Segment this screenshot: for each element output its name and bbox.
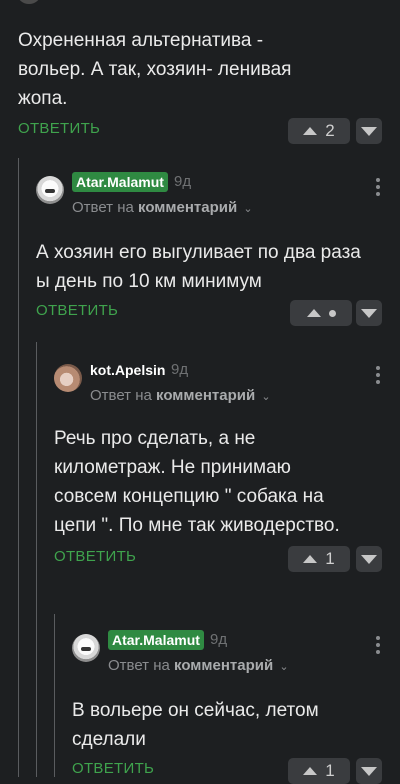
reply-button[interactable]: ОТВЕТИТЬ (36, 302, 118, 319)
chevron-down-icon: ⌄ (243, 203, 253, 215)
comment: kot.Apelsin 9д Ответ на комментарий ⌄ Ре… (54, 360, 400, 572)
rating-count: 1 (325, 761, 335, 780)
thread-line-level-3 (54, 614, 55, 777)
thread-line-level-1 (18, 158, 19, 777)
chevron-down-icon: ⌄ (261, 391, 271, 403)
downvote-button[interactable] (356, 118, 382, 144)
reply-prefix: Ответ на (90, 387, 152, 404)
comment: Atar.Malamut 9д Ответ на комментарий ⌄ В… (72, 630, 400, 784)
upvote-button[interactable]: 2 (288, 118, 350, 144)
rating-count: 2 (325, 121, 335, 140)
triangle-up-icon (303, 555, 318, 563)
reply-reference[interactable]: Ответ на комментарий ⌄ (108, 657, 289, 674)
comment-text: А хозяин его выгуливает по два раза ы де… (36, 242, 361, 292)
comment-time: 9д (171, 361, 189, 378)
triangle-down-icon (361, 126, 377, 136)
reply-prefix: Ответ на (108, 657, 170, 674)
rating-count: 1 (325, 549, 335, 568)
kebab-menu-icon[interactable] (376, 636, 380, 656)
comment-header: kot.Apelsin 9д Ответ на комментарий ⌄ (54, 360, 400, 408)
triangle-up-icon (303, 127, 318, 135)
downvote-button[interactable] (356, 300, 382, 326)
chevron-down-icon: ⌄ (279, 661, 289, 673)
comment-text: Охрененная альтернатива - вольер. А так,… (18, 30, 292, 109)
avatar[interactable] (72, 634, 100, 662)
comment-text: В вольере он сейчас, летом сделали (72, 700, 319, 750)
rating-hidden-dot (328, 309, 336, 317)
comment: Atar.Malamut 9д Ответ на комментарий ⌄ А… (36, 172, 400, 326)
triangle-down-icon (361, 554, 377, 564)
avatar[interactable] (36, 176, 64, 204)
reply-reference[interactable]: Ответ на комментарий ⌄ (72, 199, 253, 216)
reply-button[interactable]: ОТВЕТИТЬ (72, 760, 154, 777)
comment-actions: ОТВЕТИТЬ 2 (18, 118, 400, 144)
reply-reference[interactable]: Ответ на комментарий ⌄ (90, 387, 271, 404)
avatar[interactable] (54, 364, 82, 392)
comment: Охрененная альтернатива - вольер. А так,… (18, 26, 400, 144)
kebab-menu-icon[interactable] (376, 366, 380, 386)
comment-time: 9д (174, 173, 192, 190)
triangle-up-icon (306, 309, 321, 317)
triangle-down-icon (361, 766, 377, 776)
comment-text: Речь про сделать, а не километраж. Не пр… (54, 428, 340, 536)
kebab-menu-icon[interactable] (376, 178, 380, 198)
reply-target[interactable]: комментарий (138, 199, 237, 216)
reply-target[interactable]: комментарий (156, 387, 255, 404)
comment-header: Atar.Malamut 9д Ответ на комментарий ⌄ (72, 630, 400, 678)
reply-button[interactable]: ОТВЕТИТЬ (18, 120, 100, 137)
comment-actions: ОТВЕТИТЬ 1 (54, 546, 400, 572)
username[interactable]: Atar.Malamut (72, 172, 168, 192)
reply-prefix: Ответ на (72, 199, 134, 216)
reply-target[interactable]: комментарий (174, 657, 273, 674)
upvote-button[interactable] (290, 300, 352, 326)
username[interactable]: Atar.Malamut (108, 630, 204, 650)
comment-actions: ОТВЕТИТЬ (36, 300, 400, 326)
downvote-button[interactable] (356, 546, 382, 572)
comment-actions: ОТВЕТИТЬ 1 (72, 758, 400, 784)
thread-line-level-2 (36, 342, 37, 777)
upvote-button[interactable]: 1 (288, 546, 350, 572)
username[interactable]: kot.Apelsin (90, 360, 165, 380)
previous-avatar-fragment (18, 0, 40, 4)
reply-button[interactable]: ОТВЕТИТЬ (54, 548, 136, 565)
upvote-button[interactable]: 1 (288, 758, 350, 784)
downvote-button[interactable] (356, 758, 382, 784)
comment-time: 9д (210, 631, 228, 648)
triangle-down-icon (361, 308, 377, 318)
comment-header: Atar.Malamut 9д Ответ на комментарий ⌄ (36, 172, 400, 220)
triangle-up-icon (303, 767, 318, 775)
